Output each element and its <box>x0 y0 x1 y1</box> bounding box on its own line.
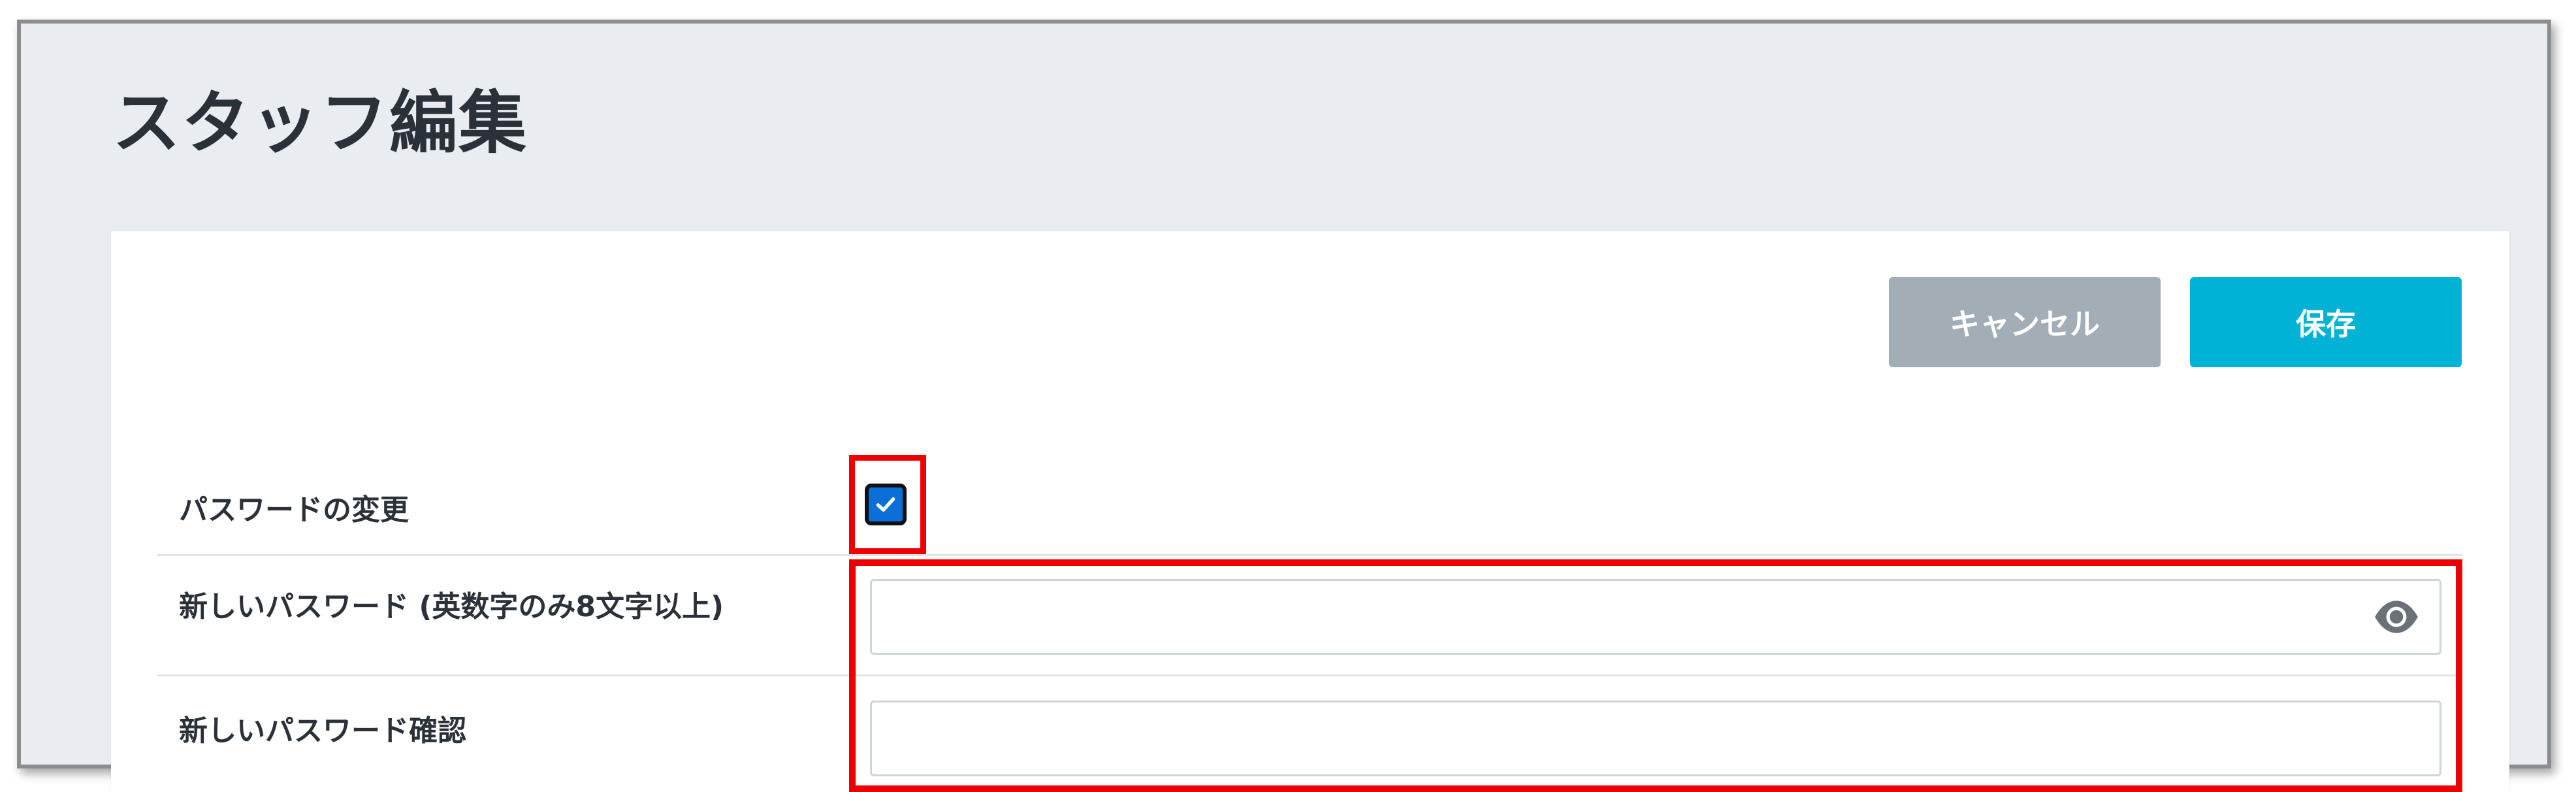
new-password-label: 新しいパスワード (英数字のみ8文字以上) <box>179 590 724 623</box>
confirm-password-label: 新しいパスワード確認 <box>179 714 466 748</box>
change-password-checkbox[interactable] <box>865 484 907 525</box>
change-password-label: パスワードの変更 <box>179 493 409 527</box>
new-password-input[interactable] <box>870 579 2441 655</box>
cancel-button[interactable]: キャンセル <box>1889 277 2161 367</box>
save-button[interactable]: 保存 <box>2190 277 2462 367</box>
row-divider <box>157 554 2462 556</box>
eye-icon[interactable] <box>2372 597 2421 636</box>
page-title: スタッフ編集 <box>112 83 528 163</box>
page-background: スタッフ編集 キャンセル 保存 パスワードの変更 新しいパスワード (英数字のみ… <box>17 20 2551 792</box>
form-card: キャンセル 保存 パスワードの変更 新しいパスワード (英数字のみ8文字以上) … <box>111 231 2509 792</box>
check-icon <box>876 497 895 512</box>
screenshot-frame: スタッフ編集 キャンセル 保存 パスワードの変更 新しいパスワード (英数字のみ… <box>0 0 2576 792</box>
confirm-password-input[interactable] <box>870 701 2441 776</box>
